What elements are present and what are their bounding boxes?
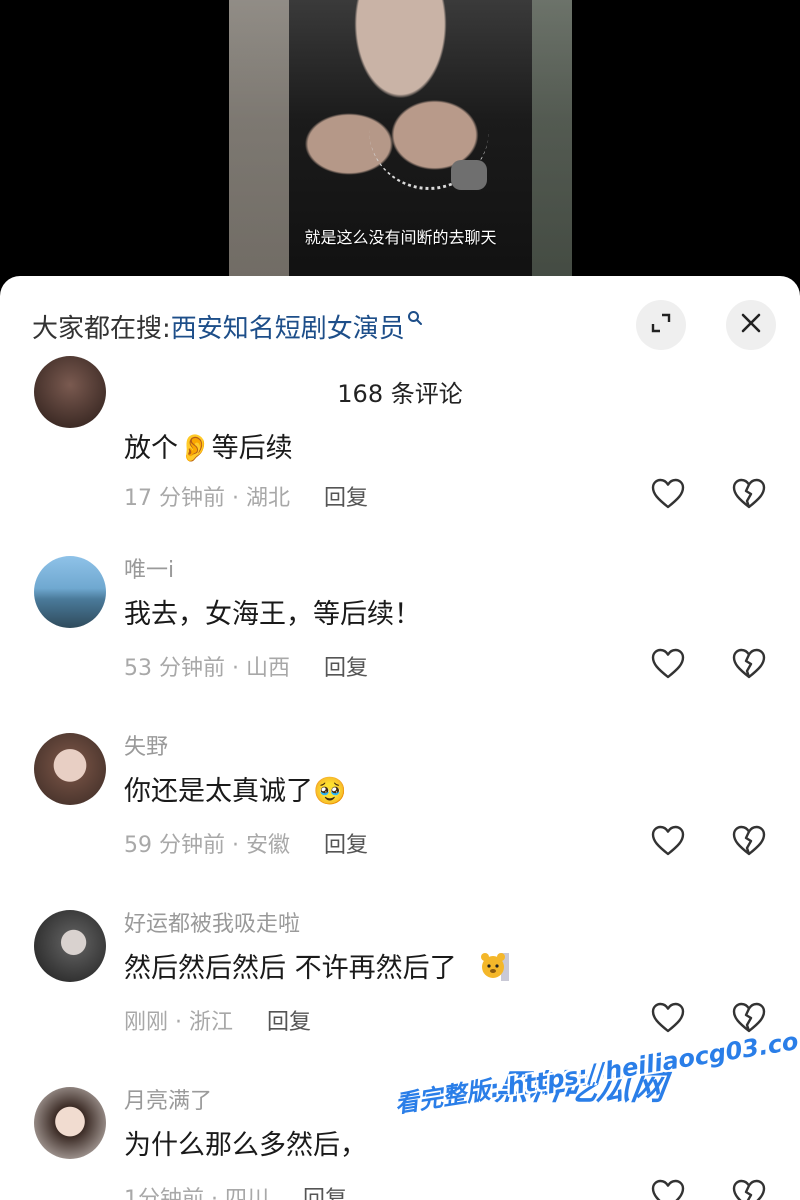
search-icon: [407, 310, 423, 331]
comment-time: 17 分钟前 · 湖北: [124, 486, 290, 511]
comment-meta: 59 分钟前 · 安徽 回复: [124, 827, 368, 859]
comment-username[interactable]: 月亮满了: [124, 1083, 212, 1115]
reply-button[interactable]: 回复: [324, 656, 368, 681]
heart-icon[interactable]: [650, 1177, 686, 1200]
comment-list[interactable]: 放个👂等后续 17 分钟前 · 湖北 回复 唯一i 我去，女海王，等后续！ 53 …: [0, 356, 800, 1200]
comment-time: 59 分钟前 · 安徽: [124, 833, 290, 858]
reply-button[interactable]: 回复: [303, 1187, 347, 1200]
comment-time: 刚刚 · 浙江: [124, 1010, 233, 1035]
trending-search-label: 大家都在搜:: [32, 313, 171, 344]
broken-heart-icon[interactable]: [731, 823, 767, 859]
comment-username[interactable]: 失野: [124, 729, 168, 761]
comment-username[interactable]: 好运都被我吸走啦: [124, 906, 300, 938]
comment-meta: 1分钟前 · 四川 回复: [124, 1181, 347, 1200]
close-icon: [739, 309, 763, 342]
broken-heart-icon[interactable]: [731, 476, 767, 512]
video-subtitle: 就是这么没有间断的去聊天: [304, 228, 497, 247]
list-item: 失野 你还是太真诚了🥹 59 分钟前 · 安徽 回复: [0, 729, 800, 899]
avatar[interactable]: [34, 1087, 106, 1159]
trending-search-keyword[interactable]: 西安知名短剧女演员: [171, 308, 405, 345]
comment-text: 然后然后然后 不许再然后了: [124, 946, 511, 990]
avatar[interactable]: [34, 733, 106, 805]
comment-username[interactable]: 唯一i: [124, 552, 174, 584]
comment-text-content: 然后然后然后 不许再然后了: [124, 953, 457, 984]
list-item: 放个👂等后续 17 分钟前 · 湖北 回复: [0, 356, 800, 526]
comment-text: 我去，女海王，等后续！: [124, 599, 421, 630]
comment-time: 53 分钟前 · 山西: [124, 656, 290, 681]
expand-button[interactable]: [636, 300, 686, 350]
broken-heart-icon[interactable]: [731, 646, 767, 682]
heart-icon[interactable]: [650, 646, 686, 682]
bear-sticker-icon: [479, 949, 511, 990]
comment-meta: 刚刚 · 浙江 回复: [124, 1004, 311, 1036]
comment-text: 为什么那么多然后，: [124, 1130, 367, 1161]
heart-icon[interactable]: [650, 823, 686, 859]
comment-meta: 53 分钟前 · 山西 回复: [124, 650, 368, 682]
avatar[interactable]: [34, 910, 106, 982]
expand-icon: [649, 311, 673, 339]
reply-button[interactable]: 回复: [267, 1010, 311, 1035]
comment-text: 放个👂等后续: [124, 433, 293, 464]
close-button[interactable]: [726, 300, 776, 350]
trending-search[interactable]: 大家都在搜: 西安知名短剧女演员: [32, 306, 423, 346]
reply-button[interactable]: 回复: [324, 486, 368, 511]
comment-text: 你还是太真诚了🥹: [124, 776, 347, 807]
avatar[interactable]: [34, 556, 106, 628]
comment-meta: 17 分钟前 · 湖北 回复: [124, 480, 368, 512]
video-player[interactable]: 就是这么没有间断的去聊天: [0, 0, 800, 300]
heart-icon[interactable]: [650, 476, 686, 512]
comment-count: 168 条评论: [337, 380, 463, 408]
comment-time: 1分钟前 · 四川: [124, 1187, 269, 1200]
heart-icon[interactable]: [650, 1000, 686, 1036]
reply-button[interactable]: 回复: [324, 833, 368, 858]
avatar[interactable]: [34, 356, 106, 428]
lapel-mic-graphic: [451, 160, 487, 190]
video-frame: 就是这么没有间断的去聊天: [229, 0, 572, 300]
list-item: 唯一i 我去，女海王，等后续！ 53 分钟前 · 山西 回复: [0, 552, 800, 722]
broken-heart-icon[interactable]: [731, 1177, 767, 1200]
